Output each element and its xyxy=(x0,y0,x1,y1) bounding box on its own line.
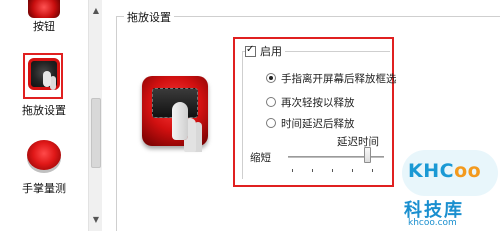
radio-label: 时间延迟后释放 xyxy=(281,117,355,130)
delay-slider-thumb[interactable] xyxy=(364,147,371,163)
drag-preview-image xyxy=(138,72,214,156)
enable-checkbox-row[interactable]: ✓ 启用 xyxy=(245,44,285,58)
scroll-down-icon[interactable]: ▼ xyxy=(91,215,101,225)
checkmark-icon: ✓ xyxy=(246,43,255,55)
release-option-tap-again[interactable]: 再次轻按以释放 xyxy=(266,95,355,109)
drag-touch-icon xyxy=(28,58,60,90)
radio-button[interactable] xyxy=(266,73,276,83)
category-nav: 按钮 拖放设置 手掌量测 xyxy=(0,0,88,231)
enable-label: 启用 xyxy=(260,45,282,58)
nav-item-button[interactable]: 按钮 xyxy=(8,0,80,44)
slider-tick xyxy=(352,169,353,172)
settings-window: 按钮 拖放设置 手掌量测 ▲ ▼ 拖放设置 ✓ 启用 手指离开屏幕后释放框选 再… xyxy=(0,0,500,231)
logo-wordmark: KHCoo xyxy=(408,160,481,182)
hand-pointer-icon xyxy=(172,102,188,140)
nav-scrollbar[interactable]: ▲ ▼ xyxy=(88,0,102,231)
slider-tick xyxy=(332,169,333,172)
enable-checkbox[interactable]: ✓ xyxy=(245,43,256,57)
slider-tick xyxy=(372,169,373,172)
logo-text-part1: KHC xyxy=(408,160,455,182)
group-title: 拖放设置 xyxy=(124,9,174,25)
finger-icon xyxy=(43,71,51,87)
release-option-time-delay[interactable]: 时间延迟后释放 xyxy=(266,116,355,130)
nav-item-label: 拖放设置 xyxy=(22,104,66,117)
watermark-logo: KHCoo 科技库 khcoo.com xyxy=(398,150,500,231)
button-icon xyxy=(28,0,60,18)
logo-site-url: khcoo.com xyxy=(408,218,457,228)
radio-label: 手指离开屏幕后释放框选 xyxy=(281,72,397,85)
scroll-thumb[interactable] xyxy=(91,98,101,168)
radio-label: 再次轻按以释放 xyxy=(281,96,355,109)
nav-item-palm-measure[interactable]: 手掌量测 xyxy=(8,140,80,200)
slider-tick xyxy=(292,169,293,172)
release-option-finger-lift[interactable]: 手指离开屏幕后释放框选 xyxy=(266,71,397,85)
slider-min-label: 缩短 xyxy=(250,152,271,164)
radio-button[interactable] xyxy=(266,97,276,107)
nav-item-label: 手掌量测 xyxy=(22,182,66,195)
palm-measure-icon xyxy=(27,140,61,170)
delay-time-label: 延迟时间 xyxy=(337,136,379,148)
nav-item-label: 按钮 xyxy=(33,20,55,33)
slider-tick xyxy=(312,169,313,172)
logo-text-part2: oo xyxy=(454,160,482,182)
scroll-up-icon[interactable]: ▲ xyxy=(91,6,101,16)
touchpad-icon xyxy=(142,76,208,146)
radio-button[interactable] xyxy=(266,118,276,128)
nav-item-drag-settings[interactable]: 拖放设置 xyxy=(8,50,80,126)
